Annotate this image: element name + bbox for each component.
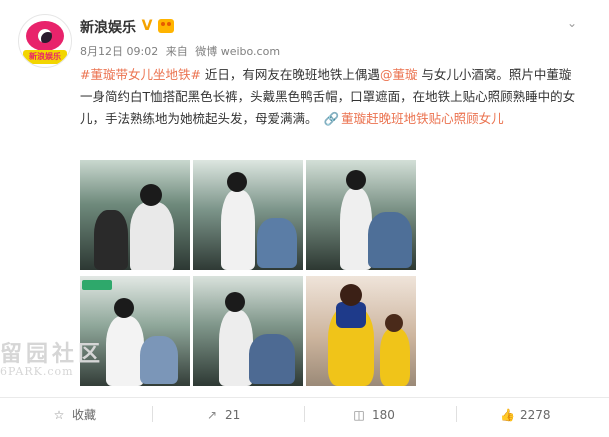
- hashtag-link[interactable]: #董璇带女儿坐地铁#: [80, 67, 201, 82]
- photo-2[interactable]: [193, 160, 303, 270]
- post-text-part-1: 近日，有网友在晚班地铁上偶遇: [200, 67, 380, 82]
- favorite-label: 收藏: [72, 408, 97, 422]
- photo-3[interactable]: [306, 160, 416, 270]
- watermark: 留园社区 6PARK.com: [0, 336, 104, 378]
- post-meta: 8月12日 09:02 来自 微博 weibo.com: [80, 43, 284, 59]
- divider: [0, 397, 609, 398]
- subway-sign: [82, 280, 112, 290]
- post-date[interactable]: 8月12日 09:02: [80, 45, 158, 58]
- repost-count: 21: [225, 408, 241, 422]
- mention-link[interactable]: @董璇: [380, 67, 418, 82]
- chevron-down-icon[interactable]: ⌄: [565, 16, 579, 30]
- repost-button[interactable]: ↗ 21: [205, 404, 240, 426]
- thumbs-up-icon: 👍: [500, 408, 515, 422]
- video-link[interactable]: 董璇赶晚班地铁贴心照顾女儿: [341, 111, 504, 126]
- sina-eye-logo: [26, 21, 64, 51]
- like-button[interactable]: 👍 2278: [500, 404, 551, 426]
- avatar[interactable]: 新浪娱乐: [18, 14, 72, 68]
- verified-icon: V: [139, 18, 155, 34]
- action-separator: [152, 406, 153, 422]
- photo-1[interactable]: [80, 160, 190, 270]
- post-text: #董璇带女儿坐地铁# 近日，有网友在晚班地铁上偶遇@董璇 与女儿小酒窝。照片中董…: [80, 64, 580, 130]
- weibo-post-card: 新浪娱乐 新浪娱乐 V ⌄ 8月12日 09:02 来自 微博 weibo.co…: [0, 0, 609, 437]
- username[interactable]: 新浪娱乐: [80, 17, 136, 37]
- link-icon: 🔗: [323, 111, 340, 126]
- comment-count: 180: [372, 408, 395, 422]
- vip-icon: [158, 19, 174, 33]
- photo-6[interactable]: [306, 276, 416, 386]
- photo-5[interactable]: [193, 276, 303, 386]
- repost-icon: ↗: [206, 408, 218, 422]
- watermark-big: 留园社区: [0, 341, 105, 367]
- comment-button[interactable]: ◫ 180: [352, 404, 395, 426]
- action-separator: [304, 406, 305, 422]
- photo-grid: [80, 160, 416, 386]
- avatar-brand-text: 新浪娱乐: [23, 50, 67, 64]
- comment-icon: ◫: [353, 408, 365, 422]
- like-count: 2278: [520, 408, 551, 422]
- source-prefix: 来自: [165, 45, 188, 58]
- action-separator: [456, 406, 457, 422]
- post-source[interactable]: 微博 weibo.com: [195, 45, 280, 58]
- star-icon: ☆: [53, 408, 65, 422]
- favorite-button[interactable]: ☆ 收藏: [52, 404, 96, 426]
